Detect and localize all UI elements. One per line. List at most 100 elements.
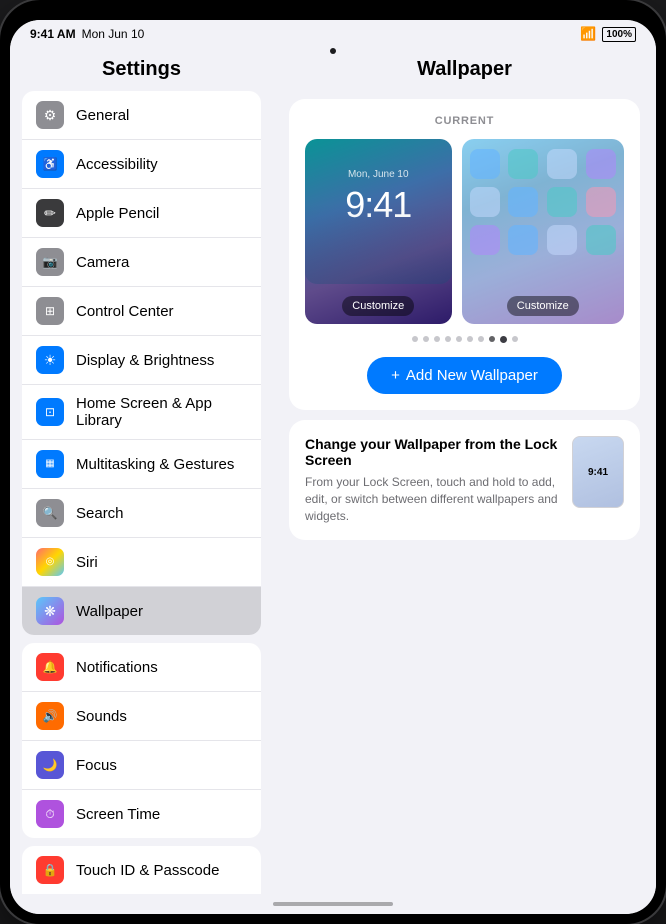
sidebar-item-label: Notifications <box>76 659 158 676</box>
lock-customize-button[interactable]: Customize <box>342 296 414 316</box>
add-new-wallpaper-button[interactable]: + Add New Wallpaper <box>367 357 562 394</box>
dot-9 <box>500 336 507 343</box>
battery-icon: 100% <box>602 27 636 42</box>
brightness-icon: ☀ <box>36 346 64 374</box>
dot-10 <box>512 336 518 342</box>
dot-4 <box>445 336 451 342</box>
info-thumb: 9:41 <box>572 436 624 508</box>
home-icon <box>547 225 577 255</box>
sidebar-item-sounds[interactable]: 🔊 Sounds <box>22 692 261 741</box>
sidebar-group-1: ⚙ General ♿ Accessibility ✏ <box>22 91 261 635</box>
sidebar-item-label: Wallpaper <box>76 603 143 620</box>
home-customize-button[interactable]: Customize <box>507 296 579 316</box>
sidebar-item-label: Display & Brightness <box>76 352 214 369</box>
right-content: Wallpaper CURRENT Mon, June 10 9:41 Cust… <box>273 46 656 894</box>
sidebar-item-label: Apple Pencil <box>76 205 159 222</box>
lock-screen-preview[interactable]: Mon, June 10 9:41 Customize <box>305 139 452 324</box>
status-right: 📶 100% <box>580 26 636 42</box>
sidebar-item-home-screen[interactable]: ⊡ Home Screen & App Library <box>22 385 261 440</box>
home-indicator <box>10 894 656 914</box>
camera-dot <box>330 48 336 54</box>
sidebar-item-display-brightness[interactable]: ☀ Display & Brightness <box>22 336 261 385</box>
sidebar-item-notifications[interactable]: 🔔 Notifications <box>22 643 261 692</box>
home-icon <box>470 187 500 217</box>
wallpaper-previews: Mon, June 10 9:41 Customize <box>305 139 624 324</box>
wallpaper-icon: ❋ <box>36 597 64 625</box>
sidebar-item-label: Control Center <box>76 303 174 320</box>
home-icon <box>586 225 616 255</box>
sidebar-item-apple-pencil[interactable]: ✏ Apple Pencil <box>22 189 261 238</box>
search-icon: 🔍 <box>36 499 64 527</box>
dot-3 <box>434 336 440 342</box>
gear-icon: ⚙ <box>36 101 64 129</box>
add-plus-icon: + <box>391 367 400 384</box>
home-screen-icon: ⊡ <box>36 398 64 426</box>
sidebar-item-screen-time[interactable]: ⏱ Screen Time <box>22 790 261 838</box>
sidebar-item-label: Siri <box>76 554 98 571</box>
sidebar-group-2: 🔔 Notifications 🔊 Sounds � <box>22 643 261 838</box>
status-bar: 9:41 AM Mon Jun 10 📶 100% <box>10 20 656 46</box>
sidebar-item-label: Camera <box>76 254 129 271</box>
dot-1 <box>412 336 418 342</box>
sidebar: Settings ⚙ General ♿ <box>10 46 273 894</box>
sidebar-item-label: Touch ID & Passcode <box>76 862 219 879</box>
info-text: Change your Wallpaper from the Lock Scre… <box>305 436 558 524</box>
sidebar-item-accessibility[interactable]: ♿ Accessibility <box>22 140 261 189</box>
accessibility-icon: ♿ <box>36 150 64 178</box>
sidebar-item-label: Multitasking & Gestures <box>76 456 234 473</box>
ipad-frame: 9:41 AM Mon Jun 10 📶 100% Settings <box>0 0 666 924</box>
touch-id-icon: 🔒 <box>36 856 64 884</box>
home-screen-preview[interactable]: Customize <box>462 139 625 324</box>
status-left: 9:41 AM Mon Jun 10 <box>30 27 144 41</box>
camera-icon: 📷 <box>36 248 64 276</box>
page-dots <box>305 336 624 343</box>
sidebar-title: Settings <box>10 46 273 91</box>
sidebar-item-label: Focus <box>76 757 117 774</box>
sidebar-item-control-center[interactable]: ⊞ Control Center <box>22 287 261 336</box>
sidebar-item-focus[interactable]: 🌙 Focus <box>22 741 261 790</box>
sidebar-item-siri[interactable]: ◎ Siri <box>22 538 261 587</box>
multitasking-icon: ▦ <box>36 450 64 478</box>
sidebar-group-3: 🔒 Touch ID & Passcode ✋ Privacy & Securi… <box>22 846 261 894</box>
sidebar-item-general[interactable]: ⚙ General <box>22 91 261 140</box>
dot-7 <box>478 336 484 342</box>
sidebar-scroll[interactable]: ⚙ General ♿ Accessibility ✏ <box>10 91 273 894</box>
home-icon <box>586 187 616 217</box>
sidebar-item-label: Search <box>76 505 124 522</box>
home-icon <box>470 225 500 255</box>
sidebar-item-wallpaper[interactable]: ❋ Wallpaper <box>22 587 261 635</box>
home-bar <box>273 902 393 906</box>
pencil-icon: ✏ <box>36 199 64 227</box>
add-button-label: Add New Wallpaper <box>406 367 538 384</box>
main-content: Settings ⚙ General ♿ <box>10 46 656 894</box>
lock-date-preview: Mon, June 10 <box>348 169 409 180</box>
home-icon <box>508 149 538 179</box>
status-date: Mon Jun 10 <box>82 27 145 41</box>
sidebar-item-label: Screen Time <box>76 806 160 823</box>
dot-5 <box>456 336 462 342</box>
home-icon <box>508 225 538 255</box>
sidebar-item-label: General <box>76 107 129 124</box>
sidebar-item-touch-id[interactable]: 🔒 Touch ID & Passcode <box>22 846 261 894</box>
siri-icon: ◎ <box>36 548 64 576</box>
notifications-icon: 🔔 <box>36 653 64 681</box>
info-thumb-time: 9:41 <box>588 467 608 478</box>
sidebar-item-label: Sounds <box>76 708 127 725</box>
sidebar-item-camera[interactable]: 📷 Camera <box>22 238 261 287</box>
sidebar-item-multitasking[interactable]: ▦ Multitasking & Gestures <box>22 440 261 489</box>
dot-2 <box>423 336 429 342</box>
focus-icon: 🌙 <box>36 751 64 779</box>
info-title: Change your Wallpaper from the Lock Scre… <box>305 436 558 468</box>
sidebar-item-search[interactable]: 🔍 Search <box>22 489 261 538</box>
dot-6 <box>467 336 473 342</box>
info-card: Change your Wallpaper from the Lock Scre… <box>289 420 640 540</box>
screen: 9:41 AM Mon Jun 10 📶 100% Settings <box>10 20 656 914</box>
current-label: CURRENT <box>305 115 624 127</box>
home-icons-grid <box>470 149 617 255</box>
home-icon <box>547 149 577 179</box>
home-icon <box>586 149 616 179</box>
info-description: From your Lock Screen, touch and hold to… <box>305 474 558 524</box>
control-center-icon: ⊞ <box>36 297 64 325</box>
status-time: 9:41 AM <box>30 27 76 41</box>
wallpaper-card: CURRENT Mon, June 10 9:41 Customize <box>289 99 640 410</box>
